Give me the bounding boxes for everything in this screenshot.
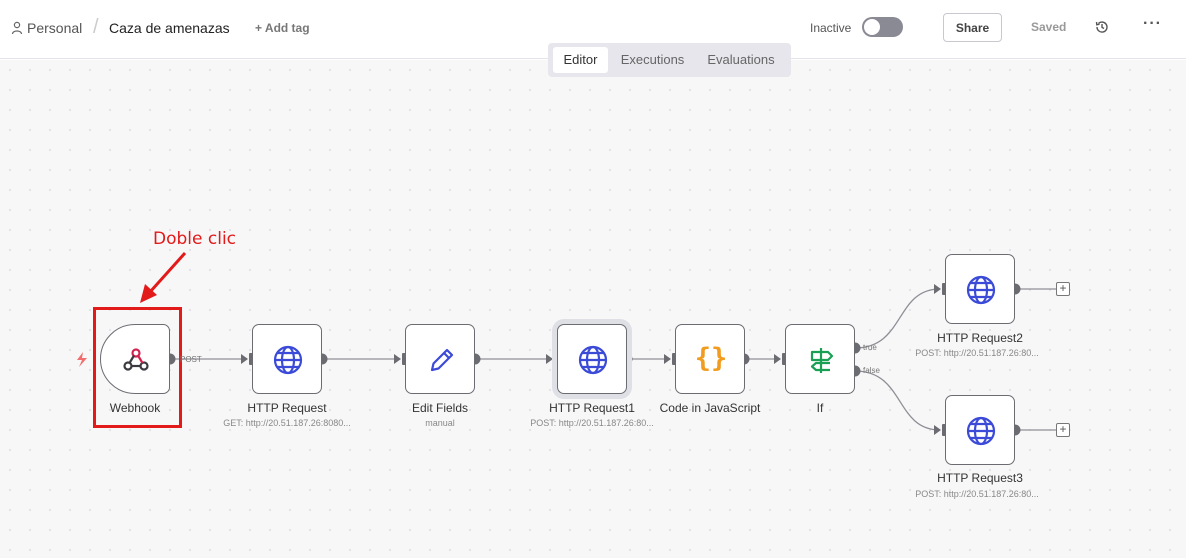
http-request3-title: HTTP Request3: [937, 471, 1023, 485]
http-request-node[interactable]: [252, 324, 322, 394]
globe-icon: [578, 345, 608, 375]
edit-fields-node[interactable]: [405, 324, 475, 394]
http-request2-title: HTTP Request2: [937, 331, 1023, 345]
edit-fields-subtitle: manual: [425, 418, 455, 428]
http-request2-node[interactable]: [945, 254, 1015, 324]
http-request3-subtitle: POST: http://20.51.187.26:80...: [915, 489, 1039, 499]
arrowhead: [394, 354, 401, 364]
annotation-text: Doble clic: [153, 229, 237, 249]
annotation-arrow: [148, 251, 187, 294]
http-request2-subtitle: POST: http://20.51.187.26:80...: [915, 348, 1039, 358]
true-branch-label: true: [863, 343, 877, 352]
code-node[interactable]: {}: [675, 324, 745, 394]
code-braces-icon: {}: [694, 343, 728, 374]
globe-icon: [966, 416, 996, 446]
false-branch-label: false: [863, 366, 880, 375]
if-node[interactable]: [785, 324, 855, 394]
arrowhead: [774, 354, 781, 364]
signpost-icon: [810, 348, 834, 373]
arrowhead: [934, 284, 941, 294]
add-node-button[interactable]: +: [1056, 282, 1070, 296]
globe-icon: [966, 275, 996, 305]
webhook-title: Webhook: [109, 401, 161, 415]
http-request3-node[interactable]: [945, 395, 1015, 465]
http-request-subtitle: GET: http://20.51.187.26:8080...: [223, 418, 351, 428]
http-request1-subtitle: POST: http://20.51.187.26:80...: [530, 418, 654, 428]
add-node-button[interactable]: +: [1056, 423, 1070, 437]
arrowhead: [546, 354, 553, 364]
webhook-node[interactable]: [100, 324, 170, 394]
webhook-icon: [123, 348, 149, 371]
edit-fields-title: Edit Fields: [411, 401, 469, 415]
pencil-icon: [430, 348, 454, 372]
arrowhead: [241, 354, 248, 364]
arrowhead: [934, 425, 941, 435]
post-port-label: POST: [180, 355, 202, 364]
trigger-bolt-icon: [77, 352, 87, 367]
if-title: If: [816, 401, 824, 415]
arrowhead: [664, 354, 671, 364]
globe-icon: [273, 345, 303, 375]
http-request-title: HTTP Request: [247, 401, 327, 415]
http-request1-node[interactable]: [557, 324, 627, 394]
